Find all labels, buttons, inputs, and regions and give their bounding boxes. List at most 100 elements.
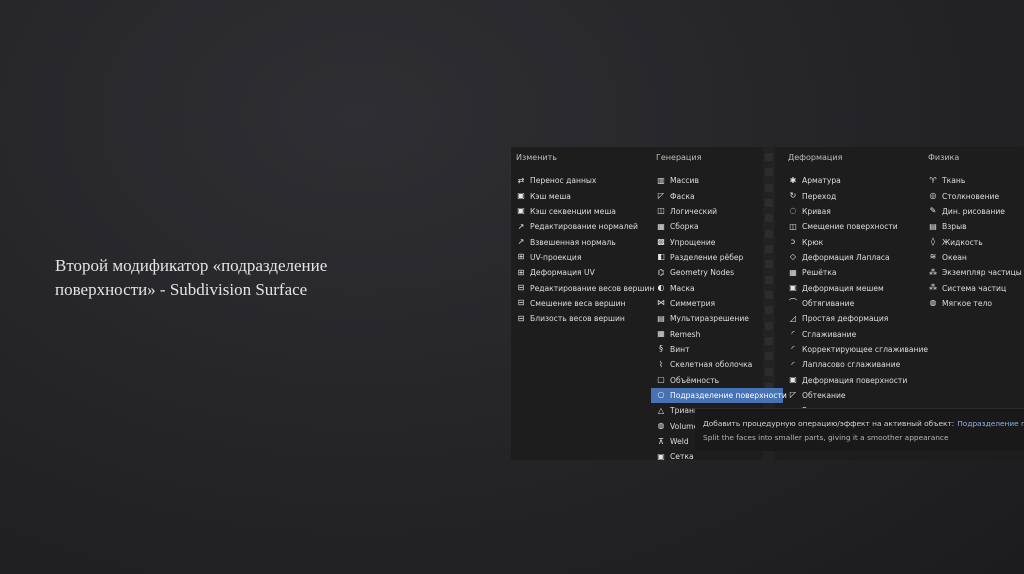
column-edit: Изменить ⇄ Перенос данных ▣ Кэш меша ▣ Кэш се…	[511, 147, 655, 326]
modifier-icon: ○	[657, 390, 665, 400]
menu-item-label: Подразделение поверхности	[670, 390, 787, 400]
modifier-icon: ▥	[657, 175, 665, 185]
menu-item[interactable]: ◸ Фаска	[651, 188, 783, 203]
menu-item[interactable]: ◍ Мягкое тело	[923, 296, 1024, 311]
modifier-icon: ⁂	[929, 267, 937, 277]
menu-item-label: Разделение рёбер	[670, 252, 744, 262]
menu-item[interactable]: ▢ Объёмность	[651, 372, 783, 387]
menu-item[interactable]: § Винт	[651, 342, 783, 357]
menu-item[interactable]: ◎ Столкновение	[923, 188, 1024, 203]
menu-item[interactable]: ↗ Редактирование нормалей	[511, 219, 651, 234]
menu-item[interactable]: ⌒ Обтягивание	[783, 296, 923, 311]
modifier-icon: ▦	[657, 329, 665, 339]
modifier-icon: ◫	[657, 206, 665, 216]
menu-item-label: UV-проекция	[530, 252, 582, 262]
menu-item-label: Мягкое тело	[942, 298, 993, 308]
menu-item[interactable]: ◐ Маска	[651, 280, 783, 295]
menu-item[interactable]: ▣ Деформация мешем	[783, 280, 923, 295]
menu-item[interactable]: ⁂ Система частиц	[923, 280, 1024, 295]
menu-item[interactable]: ⊞ UV-проекция	[511, 250, 651, 265]
column-list: ✱ Арматура ↻ Переход ◌ Кривая ◫ Смещение поверх…	[783, 173, 928, 419]
menu-item-label: Обтягивание	[802, 298, 855, 308]
menu-item[interactable]: ◧ Разделение рёбер	[651, 250, 783, 265]
modifier-icon: ◫	[789, 221, 797, 231]
tooltip-description: Добавить процедурную операцию/эффект на …	[703, 419, 955, 428]
menu-item[interactable]: ⋈ Симметрия	[651, 296, 783, 311]
menu-item[interactable]: ▤ Мультиразрешение	[651, 311, 783, 326]
menu-item[interactable]: ✎ Дин. рисование	[923, 204, 1024, 219]
column-physics: Физика ♈ Ткань ◎ Столкновение ✎ Дин. рисовани…	[923, 147, 1024, 311]
modifier-icon: ◧	[657, 252, 665, 262]
menu-item[interactable]: ◌ Кривая	[783, 204, 923, 219]
menu-item[interactable]: ⌇ Скелетная оболочка	[651, 357, 783, 372]
menu-item-label: Близость весов вершин	[530, 314, 625, 324]
menu-item[interactable]: ▣ Кэш меша	[511, 188, 651, 203]
menu-item-label: Симметрия	[670, 298, 716, 308]
menu-item[interactable]: ○ Подразделение поверхности	[651, 387, 787, 404]
menu-item[interactable]: ⊟ Редактирование весов вершин	[511, 280, 655, 295]
menu-item[interactable]: ◿ Простая деформация	[783, 311, 923, 326]
menu-item[interactable]: ⊟ Близость весов вершин	[511, 311, 651, 326]
modifier-icon: ▢	[657, 375, 665, 385]
menu-item[interactable]: ▩ Упрощение	[651, 234, 783, 249]
modifier-icon: ⌒	[789, 298, 797, 308]
menu-item-label: Простая деформация	[802, 314, 889, 324]
modifier-icon: ▩	[657, 237, 665, 247]
menu-item[interactable]: ◇ Деформация Лапласа	[783, 250, 923, 265]
menu-item[interactable]: ⌬ Geometry Nodes	[651, 265, 783, 280]
modifier-icon: ◜	[791, 344, 795, 354]
column-header: Физика	[928, 153, 960, 162]
menu-item-label: Сборка	[670, 222, 699, 232]
menu-item-label: Мультиразрешение	[670, 314, 749, 324]
menu-item-label: Ткань	[942, 176, 966, 186]
menu-item[interactable]: ▦ Сборка	[651, 219, 783, 234]
menu-item-label: Обтекание	[802, 390, 846, 400]
menu-item[interactable]: ◸ Обтекание	[783, 388, 923, 403]
menu-item[interactable]: ✱ Арматура	[783, 173, 923, 188]
modifier-icon: ▣	[517, 206, 525, 216]
menu-item-label: Volume	[670, 421, 699, 431]
menu-item[interactable]: ♈ Ткань	[923, 173, 1024, 188]
menu-item[interactable]: ◫ Смещение поверхности	[783, 219, 923, 234]
menu-item-label: Массив	[670, 176, 699, 186]
menu-item[interactable]: ▣ Деформация поверхности	[783, 372, 923, 387]
menu-item[interactable]: ▦ Remesh	[651, 326, 783, 341]
modifier-icon: ≋	[929, 252, 937, 262]
menu-item[interactable]: ◜ Лапласово сглаживание	[783, 357, 923, 372]
menu-item[interactable]: ▥ Массив	[651, 173, 783, 188]
menu-item[interactable]: ▦ Решётка	[783, 265, 923, 280]
caption-line-1: Второй модификатор «подразделение	[55, 256, 328, 275]
menu-item[interactable]: ▣ Кэш секвенции меша	[511, 204, 651, 219]
menu-item[interactable]: ◜ Корректирующее сглаживание	[783, 342, 928, 357]
menu-item[interactable]: ◫ Логический	[651, 204, 783, 219]
menu-item-label: Жидкость	[942, 237, 983, 247]
modifier-icon: ⊞	[517, 267, 525, 277]
menu-item[interactable]: ⊞ Деформация UV	[511, 265, 651, 280]
modifier-icon: ▤	[929, 221, 937, 231]
menu-item-label: Кэш секвенции меша	[530, 206, 616, 216]
modifier-icon: ✎	[929, 206, 937, 216]
tooltip-modifier-name: Подразделение поверхности	[957, 419, 1024, 428]
menu-item[interactable]: ≋ Океан	[923, 250, 1024, 265]
tooltip: Добавить процедурную операцию/эффект на …	[695, 408, 1024, 451]
menu-item[interactable]: ◜ Сглаживание	[783, 326, 923, 341]
menu-item-label: Сетка	[670, 452, 694, 460]
menu-item[interactable]: ↗ Взвешенная нормаль	[511, 234, 651, 249]
modifier-icon: ⋈	[657, 298, 665, 308]
menu-item[interactable]: ↻ Переход	[783, 188, 923, 203]
modifier-icon: ◸	[789, 390, 797, 400]
menu-item-label: Скелетная оболочка	[670, 360, 753, 370]
menu-item[interactable]: ↄ Крюк	[783, 234, 923, 249]
menu-item[interactable]: ◊ Жидкость	[923, 234, 1024, 249]
column-list: ♈ Ткань ◎ Столкновение ✎ Дин. рисование ▤ Взрыв…	[923, 173, 1024, 311]
menu-item-label: Переход	[802, 191, 837, 201]
menu-item[interactable]: ⇄ Перенос данных	[511, 173, 651, 188]
menu-item-label: Фаска	[670, 191, 695, 201]
menu-item[interactable]: ▤ Взрыв	[923, 219, 1024, 234]
menu-item[interactable]: ⁂ Экземпляр частицы	[923, 265, 1024, 280]
menu-item-label: Remesh	[670, 329, 701, 339]
menu-item-label: Арматура	[802, 176, 841, 186]
modifier-icon: ▣	[789, 283, 797, 293]
menu-item[interactable]: ⊟ Смешение веса вершин	[511, 296, 651, 311]
slide-caption: Второй модификатор «подразделение поверх…	[55, 254, 415, 302]
